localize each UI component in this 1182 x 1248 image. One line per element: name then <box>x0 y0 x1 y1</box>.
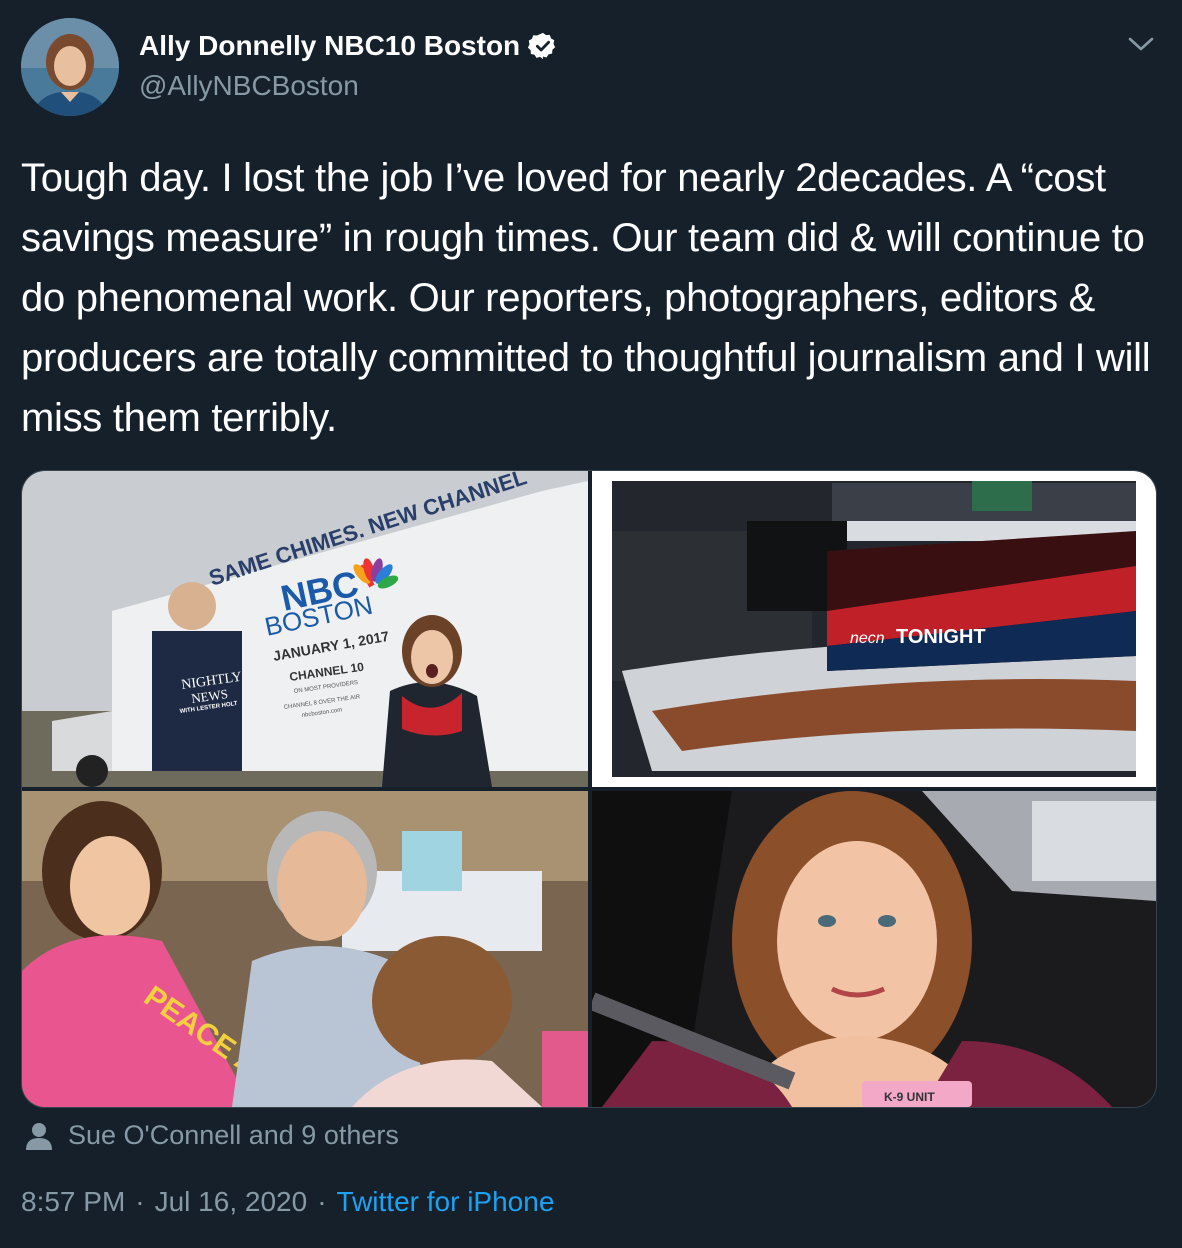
car-badge-text: K-9 UNIT <box>884 1090 935 1104</box>
studio-logo-text: TONIGHT <box>896 626 986 648</box>
author-avatar[interactable] <box>21 18 119 116</box>
tweet-text: Tough day. I lost the job I’ve loved for… <box>21 156 1151 440</box>
meta-separator: · <box>135 1186 145 1217</box>
tagged-people-text[interactable]: Sue O'Connell and 9 others <box>68 1120 399 1151</box>
author-display-name[interactable]: Ally Donnelly NBC10 Boston <box>139 30 520 62</box>
meta-separator-2: · <box>317 1186 327 1217</box>
media-photo-truck[interactable]: SAME CHIMES. NEW CHANNEL NBC BOSTON JANU… <box>22 471 588 787</box>
avatar-photo <box>21 18 119 116</box>
chevron-down-icon[interactable] <box>1124 30 1158 58</box>
media-photo-car-selfie[interactable]: K-9 UNIT <box>592 791 1156 1107</box>
tweet-time[interactable]: 8:57 PM <box>21 1186 125 1218</box>
author-handle[interactable]: @AllyNBCBoston <box>139 70 359 102</box>
media-photo-kids[interactable]: PEACE AND LOVE <box>22 791 588 1107</box>
tagged-people[interactable]: Sue O'Connell and 9 others <box>24 1120 399 1151</box>
media-photo-studio[interactable]: necn TONIGHT <box>592 471 1156 787</box>
tweet-date[interactable]: Jul 16, 2020 <box>155 1186 308 1218</box>
studio-logo-prefix: necn <box>850 630 885 647</box>
tweet-source-link[interactable]: Twitter for iPhone <box>337 1186 555 1218</box>
verified-badge-icon <box>528 32 556 60</box>
media-grid: SAME CHIMES. NEW CHANNEL NBC BOSTON JANU… <box>21 470 1157 1108</box>
tweet-meta: 8:57 PM · Jul 16, 2020 · Twitter for iPh… <box>21 1186 554 1218</box>
person-icon <box>26 1122 52 1150</box>
